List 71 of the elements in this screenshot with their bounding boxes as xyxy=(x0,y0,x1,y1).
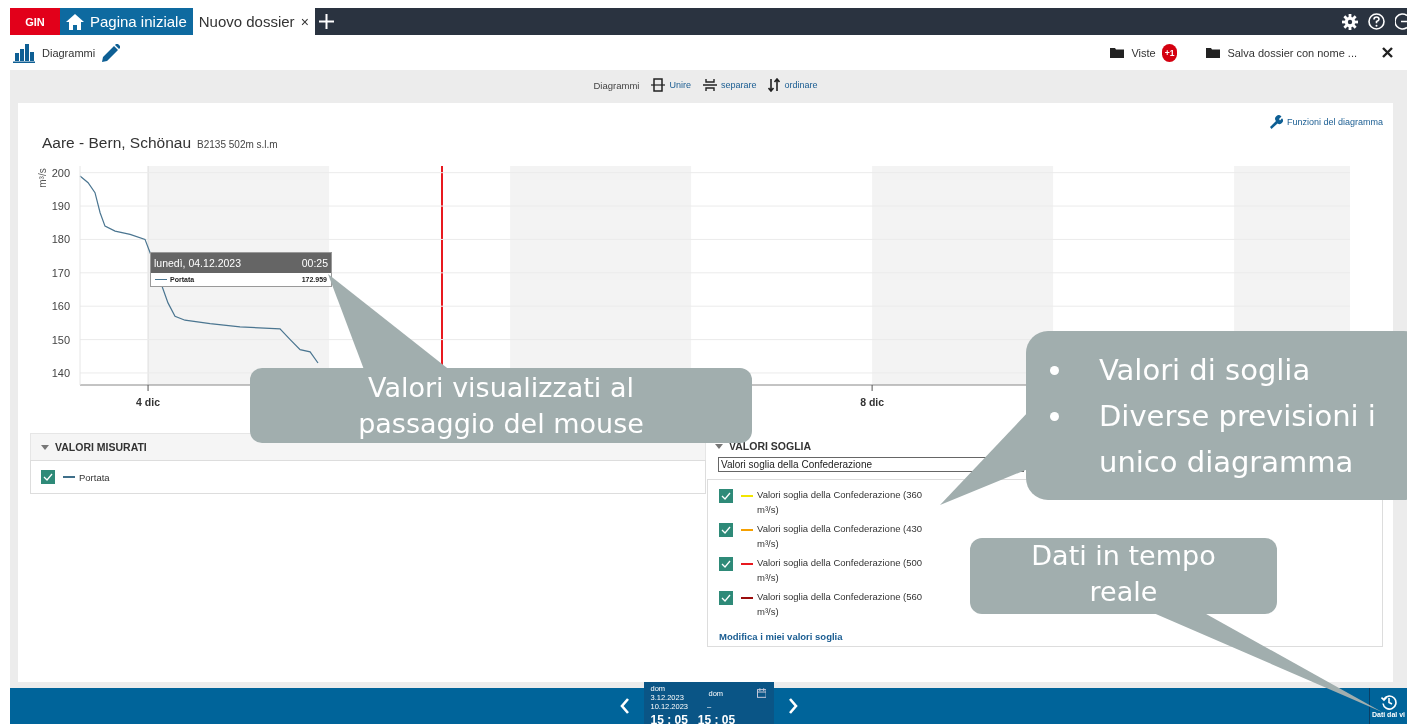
y-tick-label: 150 xyxy=(51,333,70,346)
merge-button[interactable]: Unire xyxy=(651,78,691,92)
logo-tab[interactable]: GIN xyxy=(10,8,60,35)
merge-icon xyxy=(651,78,666,92)
settings-icon[interactable] xyxy=(1342,13,1358,30)
help-icon[interactable] xyxy=(1368,13,1385,30)
folder-icon xyxy=(1206,47,1221,58)
sort-button[interactable]: ordinare xyxy=(768,78,818,92)
save-dossier-button[interactable]: Salva dossier con nome ... xyxy=(1206,46,1357,59)
checkbox[interactable] xyxy=(719,489,733,503)
tab[interactable]: Pagina iniziale xyxy=(60,8,193,35)
home-icon xyxy=(66,13,84,30)
close-tab-button[interactable]: × xyxy=(300,13,309,30)
bullet-icon xyxy=(1050,411,1059,421)
y-tick-label: 190 xyxy=(51,200,70,213)
x-tick xyxy=(871,384,873,392)
threshold-label: Valori soglia della Confederazione (360 m³/s) xyxy=(757,488,924,517)
close-icon[interactable] xyxy=(1382,47,1393,58)
bar-chart-icon xyxy=(13,42,35,63)
panel-title: VALORI SOGLIA xyxy=(729,440,812,452)
tooltip-time: 00:25 xyxy=(301,257,328,269)
y-tick-label: 170 xyxy=(51,266,70,279)
callout-text: Diverse previsioni i xyxy=(1099,398,1376,435)
views-button[interactable]: Viste +1 xyxy=(1110,43,1178,62)
tab[interactable]: Nuovo dossier × xyxy=(192,8,315,35)
y-axis-label: m³/s xyxy=(37,168,48,188)
x-tick xyxy=(147,384,149,392)
threshold-label: Valori soglia della Confederazione (430 m³/s) xyxy=(757,522,924,551)
edit-thresholds-link[interactable]: Modifica i miei valori soglia xyxy=(719,631,843,642)
station-meta: B2135 502m s.l.m xyxy=(197,139,278,150)
callout-text: Valori visualizzati al xyxy=(367,371,635,405)
count-badge: +1 xyxy=(1161,43,1178,62)
checkbox[interactable] xyxy=(41,470,55,484)
folder-icon xyxy=(1110,47,1125,58)
split-button[interactable]: separare xyxy=(702,78,757,92)
callout-text: reale xyxy=(1088,575,1159,609)
bullet-icon xyxy=(1050,365,1059,375)
callout-text: Dati in tempo xyxy=(1030,539,1217,573)
split-icon xyxy=(702,78,717,92)
chevron-right-icon[interactable] xyxy=(787,698,798,714)
threshold-label: Valori soglia della Confederazione (500 m³/s) xyxy=(757,556,924,585)
start-time: 15 : 05 xyxy=(650,713,688,724)
chevron-left-icon[interactable] xyxy=(619,698,630,714)
logout-icon[interactable] xyxy=(1395,13,1407,30)
pencil-icon[interactable] xyxy=(102,43,121,62)
caret-icon xyxy=(41,444,49,450)
station-title: Aare - Bern, Schönau xyxy=(42,134,192,152)
toolbar-label: Diagrammi xyxy=(593,79,640,91)
x-tick-label: 8 dic xyxy=(860,396,885,408)
wrench-icon xyxy=(1268,115,1283,129)
callout-text: Valori di soglia xyxy=(1099,352,1311,389)
checkbox[interactable] xyxy=(719,591,733,605)
add-tab-icon[interactable] xyxy=(318,14,334,29)
y-tick-label: 200 xyxy=(51,166,70,179)
tooltip-date: lunedì, 04.12.2023 xyxy=(154,257,241,269)
callout-text: unico diagramma xyxy=(1099,444,1354,481)
calendar-icon[interactable] xyxy=(756,688,767,698)
panel-title: VALORI MISURATI xyxy=(55,441,147,453)
series-label: Portata xyxy=(79,471,110,483)
chart-functions-link[interactable]: Funzioni del diagramma xyxy=(1268,115,1383,129)
end-time: 15 : 05 xyxy=(697,713,736,724)
checkbox[interactable] xyxy=(719,557,733,571)
sort-icon xyxy=(768,78,781,92)
checkbox[interactable] xyxy=(719,523,733,537)
y-tick-label: 160 xyxy=(51,300,70,313)
x-tick-label: 4 dic xyxy=(136,396,161,408)
threshold-label: Valori soglia della Confederazione (560 m³/s) xyxy=(757,590,924,619)
page-title: Diagrammi xyxy=(42,46,96,59)
y-tick-label: 140 xyxy=(51,367,70,379)
y-tick-label: 180 xyxy=(51,233,70,246)
history-icon xyxy=(1380,694,1397,710)
